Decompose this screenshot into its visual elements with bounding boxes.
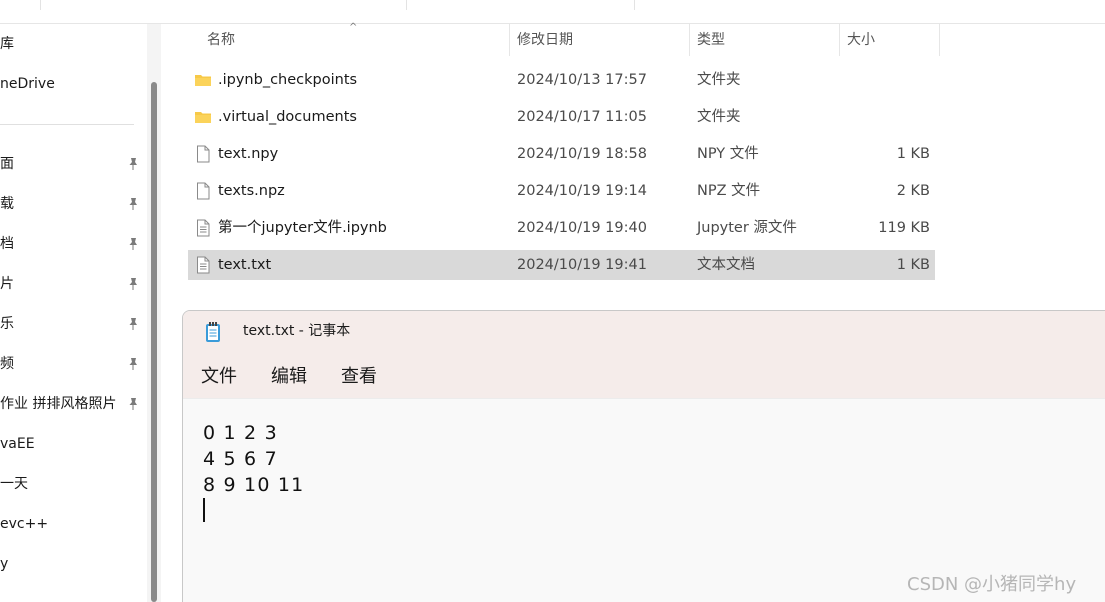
notepad-window: text.txt - 记事本 文件 编辑 查看 0 1 2 3 4 5 6 7 …	[182, 310, 1105, 602]
text-line: 0 1 2 3	[203, 422, 278, 444]
file-modified: 2024/10/19 19:14	[517, 183, 647, 199]
nav-item-label: 载	[0, 196, 14, 212]
nav-item-label: 乐	[0, 316, 14, 332]
blank-file-icon	[197, 182, 210, 200]
file-row-selected[interactable]: text.txt 2024/10/19 19:41 文本文档 1 KB	[188, 250, 935, 280]
toolbar-divider	[406, 0, 407, 10]
nav-item-label: 片	[0, 276, 14, 292]
nav-item-label: 作业 拼排风格照片	[0, 396, 117, 412]
nav-item-day-folder[interactable]: 一天	[0, 472, 147, 496]
notepad-title-bar[interactable]: text.txt - 记事本	[183, 311, 1105, 353]
file-type: NPZ 文件	[697, 183, 761, 199]
file-row[interactable]: text.npy 2024/10/19 18:58 NPY 文件 1 KB	[188, 139, 935, 169]
menu-edit[interactable]: 编辑	[271, 365, 307, 389]
nav-item-label: evc++	[0, 516, 49, 532]
file-name: .ipynb_checkpoints	[218, 72, 358, 88]
sort-ascending-icon: ^	[349, 22, 358, 33]
nav-item-label: 档	[0, 236, 14, 252]
file-modified: 2024/10/13 17:57	[517, 72, 647, 88]
text-caret	[203, 498, 205, 522]
text-file-icon	[197, 219, 210, 237]
nav-item-music[interactable]: 乐	[0, 312, 147, 336]
file-modified: 2024/10/17 11:05	[517, 109, 647, 125]
file-size: 2 KB	[896, 183, 930, 199]
file-name: text.txt	[218, 257, 272, 273]
file-type: NPY 文件	[697, 146, 759, 162]
menu-file[interactable]: 文件	[201, 365, 237, 389]
navigation-pane: 库 neDrive 面 载 档 片 乐 频 作业 拼排风格照片 vaEE 一天 …	[0, 24, 147, 602]
file-name: texts.npz	[218, 183, 285, 199]
pin-icon	[129, 318, 137, 330]
notepad-app-icon	[206, 322, 220, 342]
file-type: 文本文档	[697, 257, 755, 273]
nav-item-library[interactable]: 库	[0, 32, 147, 56]
nav-item-label: 频	[0, 356, 14, 372]
file-type: 文件夹	[697, 109, 741, 125]
nav-item-label: neDrive	[0, 76, 55, 92]
column-header-label: 名称	[207, 32, 235, 48]
file-row[interactable]: .virtual_documents 2024/10/17 11:05 文件夹	[188, 102, 935, 132]
nav-item-label: 面	[0, 156, 14, 172]
column-header-size[interactable]: 大小	[847, 24, 937, 56]
text-line: 4 5 6 7	[203, 448, 278, 470]
nav-item-label: 库	[0, 36, 14, 52]
file-modified: 2024/10/19 19:40	[517, 220, 647, 236]
folder-icon	[195, 112, 211, 123]
column-header-label: 修改日期	[517, 32, 573, 48]
file-size: 119 KB	[878, 220, 930, 236]
file-size: 1 KB	[896, 257, 930, 273]
nav-item-homework-folder[interactable]: 作业 拼排风格照片	[0, 392, 147, 416]
column-divider[interactable]	[939, 24, 940, 56]
column-header-label: 大小	[847, 32, 875, 48]
column-divider[interactable]	[839, 24, 840, 56]
file-modified: 2024/10/19 18:58	[517, 146, 647, 162]
column-header-type[interactable]: 类型	[697, 24, 837, 56]
nav-item-devcpp[interactable]: evc++	[0, 512, 147, 536]
file-modified: 2024/10/19 19:41	[517, 257, 647, 273]
column-header-label: 类型	[697, 32, 725, 48]
nav-item-javaee[interactable]: vaEE	[0, 432, 147, 456]
nav-item-label: vaEE	[0, 436, 35, 452]
nav-scrollbar[interactable]	[151, 82, 157, 602]
folder-icon	[195, 75, 211, 86]
file-size: 1 KB	[896, 146, 930, 162]
column-divider[interactable]	[509, 24, 510, 56]
nav-item-documents[interactable]: 档	[0, 232, 147, 256]
file-row[interactable]: .ipynb_checkpoints 2024/10/13 17:57 文件夹	[188, 65, 935, 95]
toolbar-divider	[40, 0, 41, 10]
text-line: 8 9 10 11	[203, 474, 305, 496]
file-type: Jupyter 源文件	[697, 220, 797, 236]
file-name: text.npy	[218, 146, 279, 162]
menu-view[interactable]: 查看	[341, 365, 377, 389]
pin-icon	[129, 278, 137, 290]
file-row[interactable]: texts.npz 2024/10/19 19:14 NPZ 文件 2 KB	[188, 176, 935, 206]
pin-icon	[129, 198, 137, 210]
nav-item-label: y	[0, 556, 9, 572]
file-row[interactable]: 第一个jupyter文件.ipynb 2024/10/19 19:40 Jupy…	[188, 213, 935, 243]
file-name: .virtual_documents	[218, 109, 357, 125]
blank-file-icon	[197, 145, 210, 163]
notepad-menu-bar: 文件 编辑 查看	[183, 353, 1105, 399]
file-type: 文件夹	[697, 72, 741, 88]
nav-item-pictures[interactable]: 片	[0, 272, 147, 296]
pin-icon	[129, 398, 137, 410]
toolbar-divider	[634, 0, 635, 10]
nav-item-videos[interactable]: 频	[0, 352, 147, 376]
pin-icon	[129, 158, 137, 170]
nav-item-desktop[interactable]: 面	[0, 152, 147, 176]
notepad-window-title: text.txt - 记事本	[243, 323, 351, 339]
nav-item-label: 一天	[0, 476, 28, 492]
nav-item-onedrive[interactable]: neDrive	[0, 72, 147, 96]
pin-icon	[129, 238, 137, 250]
pin-icon	[129, 358, 137, 370]
column-divider[interactable]	[689, 24, 690, 56]
toolbar-strip	[0, 0, 1105, 24]
text-file-icon	[197, 256, 210, 274]
column-header-modified[interactable]: 修改日期	[517, 24, 687, 56]
watermark: CSDN @小猪同学hy	[907, 574, 1077, 595]
nav-item-y[interactable]: y	[0, 552, 147, 576]
file-name: 第一个jupyter文件.ipynb	[218, 220, 387, 236]
nav-separator	[0, 124, 134, 125]
nav-item-downloads[interactable]: 载	[0, 192, 147, 216]
